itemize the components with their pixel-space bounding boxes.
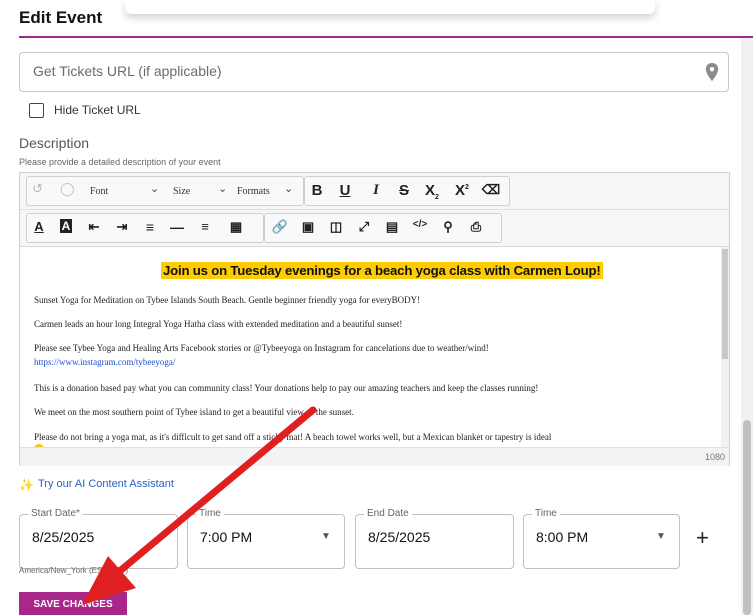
background-color-icon[interactable]: A [56,219,76,233]
chevron-down-icon[interactable]: ⌄ [284,182,293,195]
strikethrough-button[interactable]: S [394,182,414,199]
font-dropdown[interactable]: Font [90,186,108,197]
description-label: Description [19,135,90,151]
start-date-field[interactable]: Start Date* 8/25/2025 [19,508,178,569]
subscript-button[interactable]: X2 [422,182,442,201]
start-time-field[interactable]: Time 7:00 PM ▼ [187,508,345,569]
description-editor[interactable]: ↺ ◯ Font ⌄ Size ⌄ Formats ⌄ B U I S X2 X… [19,172,730,466]
editor-content[interactable]: Join us on Tuesday evenings for a beach … [20,247,720,447]
outdent-icon[interactable]: ⇤ [84,219,104,235]
hide-ticket-label[interactable]: Hide Ticket URL [54,103,141,117]
description-help: Please provide a detailed description of… [19,157,221,167]
align-icon[interactable]: ≡ [140,219,160,235]
link-icon[interactable]: 🔗 [270,219,290,235]
chevron-down-icon[interactable]: ⌄ [150,182,159,195]
end-time-field[interactable]: Time 8:00 PM ▼ [523,508,680,569]
editor-toolbar-row-2: A A ⇤ ⇥ ≡ — ≡ ▦ 🔗 ▣ ◫ ⤢ ▤ </> ⚲ ⎙ [20,210,729,247]
chevron-down-icon[interactable]: ▼ [321,531,331,542]
redo-icon[interactable]: ◯ [60,181,78,199]
superscript-button[interactable]: X2 [452,182,472,199]
end-time-value[interactable]: 8:00 PM [536,529,588,545]
chevron-down-icon[interactable]: ▼ [656,531,666,542]
page-title: Edit Event [19,8,103,27]
start-date-value[interactable]: 8/25/2025 [32,529,94,545]
start-time-legend: Time [196,508,224,519]
add-time-button[interactable]: + [696,525,709,551]
top-dropdown-edge [125,0,655,14]
formats-dropdown[interactable]: Formats [237,186,270,197]
content-paragraph: Sunset Yoga for Meditation on Tybee Isla… [34,295,421,305]
chevron-down-icon[interactable]: ⌄ [218,182,227,195]
size-dropdown[interactable]: Size [173,186,190,197]
code-icon[interactable]: </> [410,219,430,230]
end-date-legend: End Date [364,508,412,519]
editor-statusbar: 1080 [20,447,729,466]
bold-button[interactable]: B [307,182,327,199]
content-paragraph: Please do not bring a yoga mat, as it's … [34,432,552,442]
tickets-url-input[interactable] [20,53,673,89]
end-date-value[interactable]: 8/25/2025 [368,529,430,545]
page-scrollbar-thumb[interactable] [743,420,751,615]
fullscreen-icon[interactable]: ⤢ [354,219,374,235]
content-paragraph: Carmen leads an hour long Integral Yoga … [34,319,403,329]
end-time-legend: Time [532,508,560,519]
editor-scrollbar-thumb[interactable] [722,249,728,359]
content-paragraph: Please see Tybee Yoga and Healing Arts F… [34,343,489,353]
preview-icon[interactable]: ⚲ [438,219,458,235]
editor-toolbar-row-1: ↺ ◯ Font ⌄ Size ⌄ Formats ⌄ B U I S X2 X… [20,173,729,210]
text-color-icon[interactable]: A [29,219,49,234]
list-icon[interactable]: ≡ [195,219,215,234]
media-icon[interactable]: ◫ [326,219,346,235]
location-pin-icon[interactable] [705,63,719,81]
indent-icon[interactable]: ⇥ [112,219,132,235]
image-icon[interactable]: ▣ [298,219,318,235]
content-headline: Join us on Tuesday evenings for a beach … [161,262,603,279]
start-date-legend: Start Date* [28,508,83,519]
timezone-label: America/New_York (EST/EDT) [19,566,129,575]
end-date-field[interactable]: End Date 8/25/2025 [355,508,514,569]
tickets-url-field[interactable] [19,52,729,92]
print-icon[interactable]: ⎙ [466,219,486,235]
template-icon[interactable]: ▤ [382,219,402,235]
title-divider [19,36,753,38]
horizontal-line-icon[interactable]: — [167,219,187,235]
table-icon[interactable]: ▦ [226,219,246,235]
underline-button[interactable]: U [335,182,355,199]
sparkle-icon[interactable]: ✨ [19,478,34,492]
start-time-value[interactable]: 7:00 PM [200,529,252,545]
clear-format-icon[interactable]: ⌫ [481,182,501,198]
content-paragraph: This is a donation based pay what you ca… [34,383,539,393]
ai-assistant-link[interactable]: Try our AI Content Assistant [38,478,174,490]
save-changes-button[interactable]: SAVE CHANGES [19,592,127,615]
character-count: 1080 [704,452,725,462]
undo-icon[interactable]: ↺ [32,181,50,199]
instagram-link[interactable]: https://www.instagram.com/tybeeyoga/ [34,357,175,367]
content-paragraph: We meet on the most southern point of Ty… [34,407,354,417]
hide-ticket-checkbox[interactable] [29,103,44,118]
italic-button[interactable]: I [366,182,386,199]
